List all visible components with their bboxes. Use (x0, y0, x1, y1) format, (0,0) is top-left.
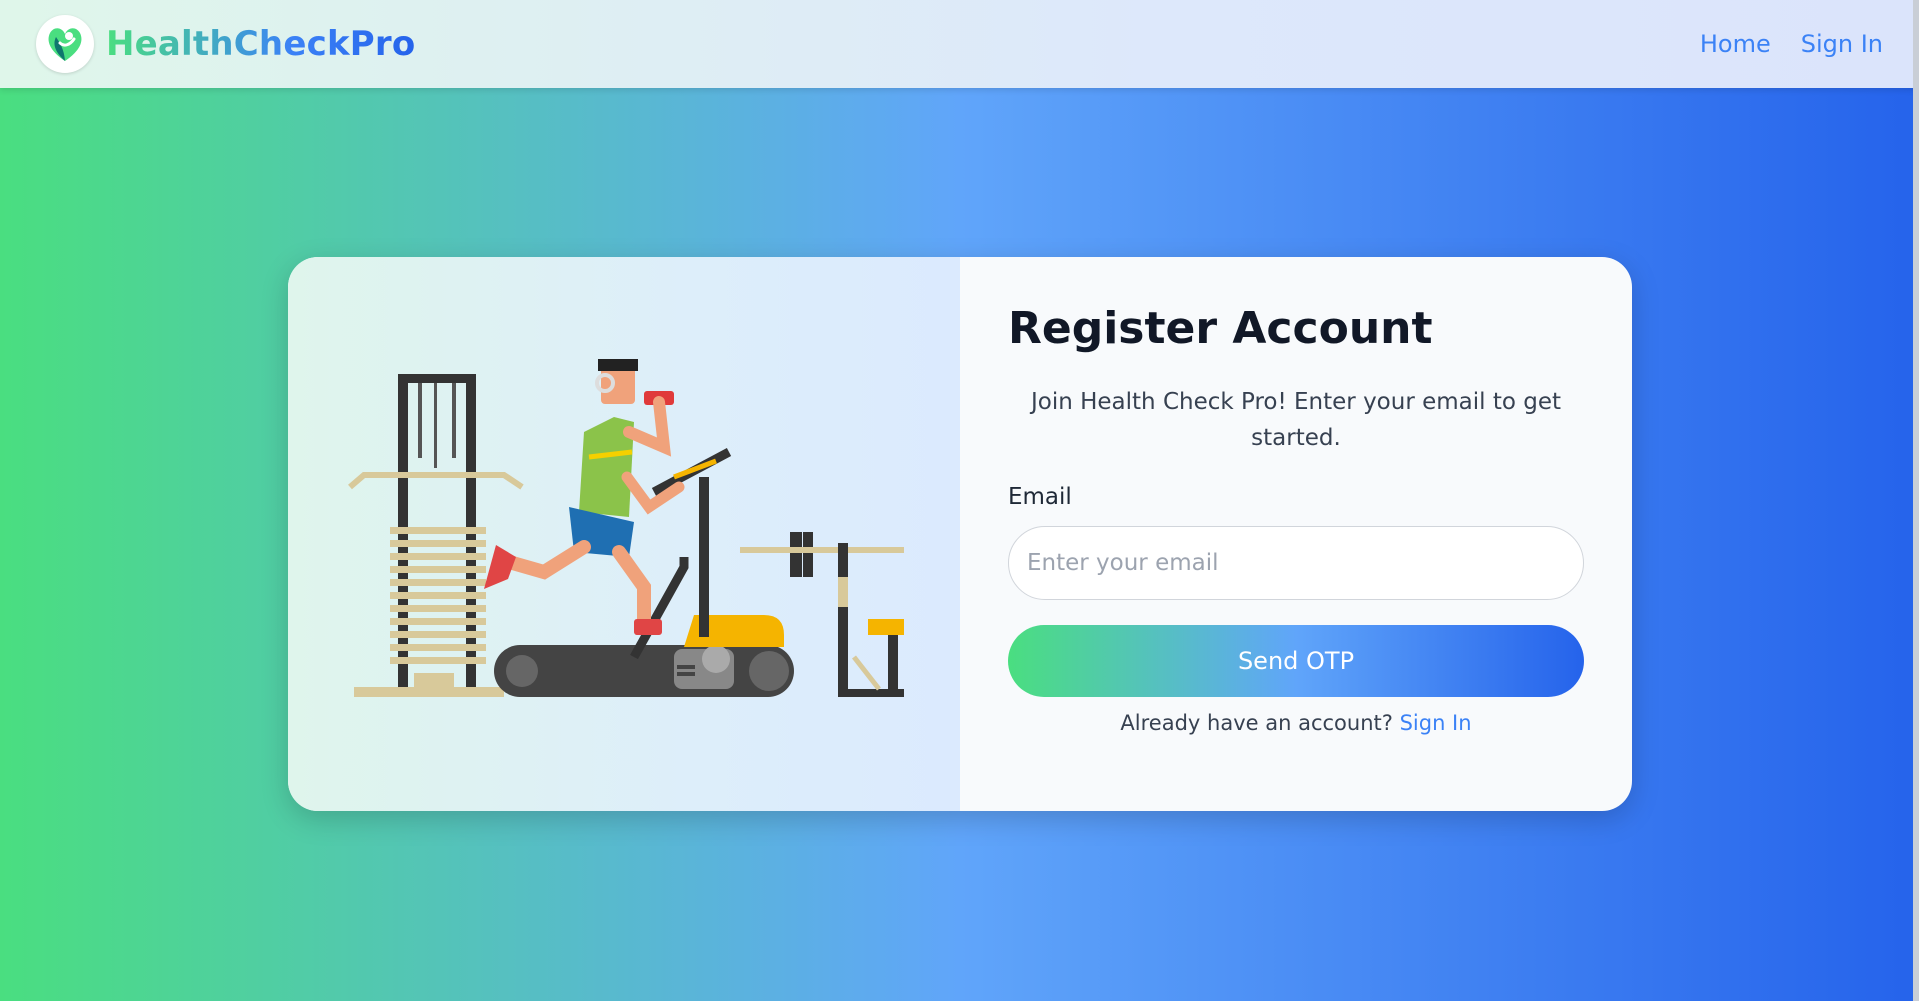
page-title: Register Account (1008, 303, 1433, 354)
nav-signin-link[interactable]: Sign In (1801, 30, 1883, 58)
scrollbar[interactable] (1913, 0, 1919, 1001)
email-label: Email (1008, 484, 1072, 510)
brand-name: HealthCheckPro (106, 24, 416, 64)
signin-prompt: Already have an account? Sign In (1008, 711, 1584, 735)
email-input[interactable] (1008, 526, 1584, 600)
brand[interactable]: HealthCheckPro (36, 15, 415, 73)
send-otp-button[interactable]: Send OTP (1008, 625, 1584, 697)
nav-links: Home Sign In (1700, 30, 1883, 58)
navbar: HealthCheckPro Home Sign In (0, 0, 1919, 88)
signin-link[interactable]: Sign In (1400, 711, 1472, 735)
illustration-panel (288, 257, 960, 811)
nav-home-link[interactable]: Home (1700, 30, 1771, 58)
form-panel: Register Account Join Health Check Pro! … (960, 257, 1632, 811)
heart-leaf-icon (36, 15, 94, 73)
treadmill-runner-illustration (348, 359, 904, 697)
already-text: Already have an account? (1120, 711, 1393, 735)
subtitle: Join Health Check Pro! Enter your email … (1030, 389, 1562, 451)
register-card: Register Account Join Health Check Pro! … (288, 257, 1632, 811)
